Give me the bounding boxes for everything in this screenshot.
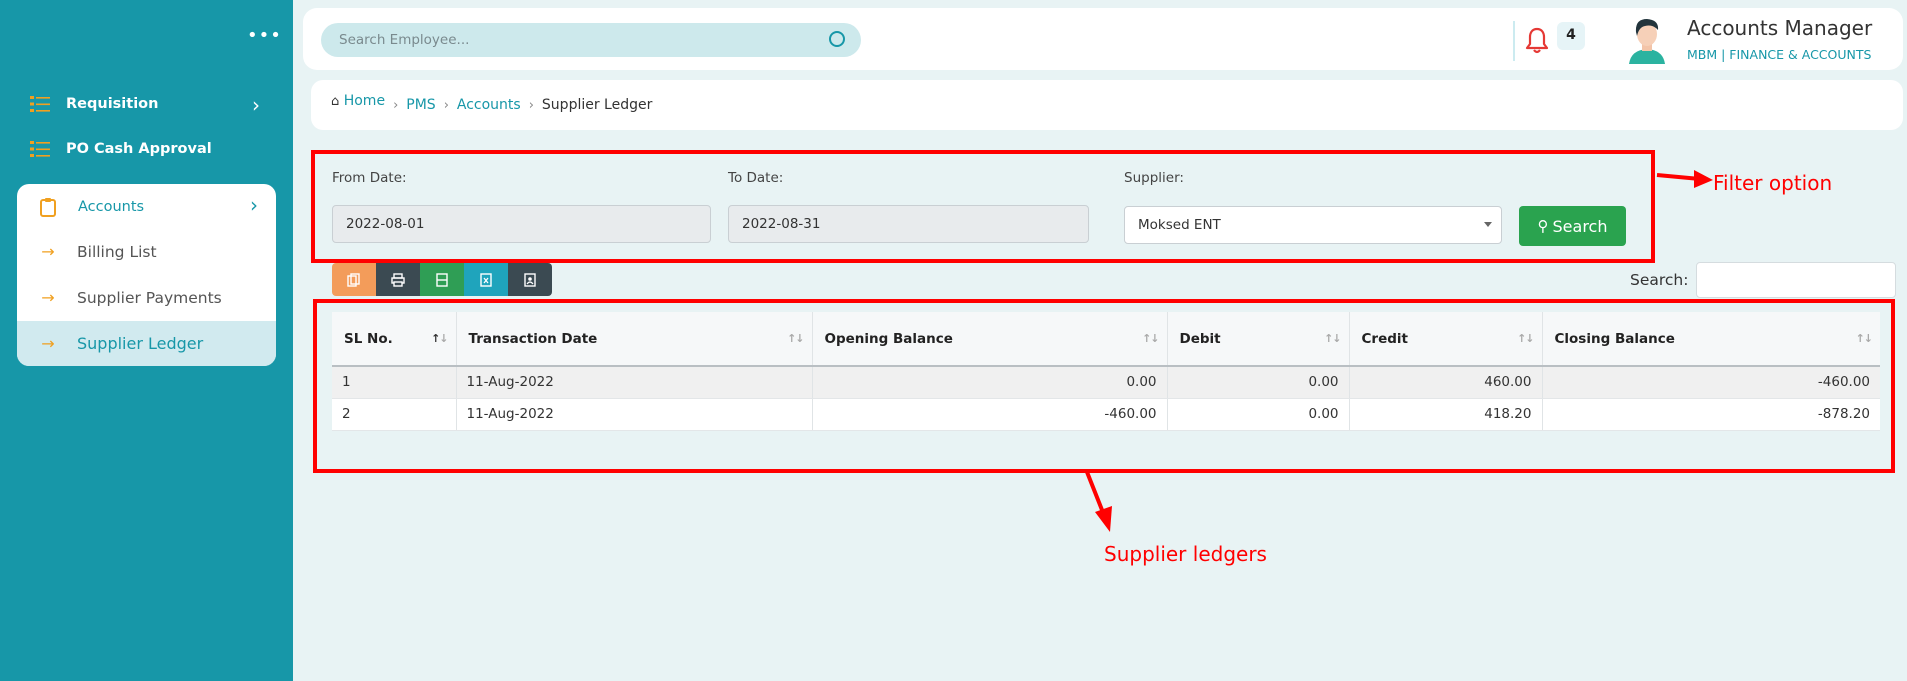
ledger-annotation-label: Supplier ledgers: [1104, 542, 1267, 566]
breadcrumb-pms[interactable]: PMS: [406, 97, 435, 113]
breadcrumb: ⌂ Home › PMS › Accounts › Supplier Ledge…: [311, 80, 1903, 130]
pdf-icon: [524, 272, 536, 287]
arrow-right-icon: →: [41, 288, 55, 307]
sidebar-item-label: PO Cash Approval: [66, 141, 212, 157]
print-button[interactable]: [376, 263, 420, 296]
list-icon: [30, 141, 50, 157]
chevron-right-icon: ›: [393, 97, 399, 113]
filter-annotation-box: [311, 150, 1655, 263]
arrow-right-icon: →: [41, 334, 55, 353]
chevron-right-icon: ›: [528, 97, 534, 113]
user-name: Accounts Manager: [1687, 16, 1873, 40]
csv-button[interactable]: [420, 263, 464, 296]
sidebar-item-billing-list[interactable]: → Billing List: [17, 229, 276, 274]
sidebar-item-label: Billing List: [77, 242, 157, 261]
sidebar-item-label: Accounts: [78, 198, 145, 215]
pdf-button[interactable]: [508, 263, 552, 296]
excel-button[interactable]: [464, 263, 508, 296]
notification-button[interactable]: [1513, 21, 1555, 61]
avatar[interactable]: [1625, 16, 1669, 64]
filter-annotation-label: Filter option: [1713, 171, 1833, 195]
breadcrumb-current: Supplier Ledger: [541, 97, 653, 113]
sidebar: ••• Requisition › PO Cash Approval Accou…: [0, 0, 293, 681]
sidebar-item-label: Supplier Ledger: [77, 334, 204, 353]
clipboard-icon: [40, 197, 56, 217]
print-icon: [391, 272, 405, 287]
ledger-annotation-box: [313, 299, 1895, 473]
sidebar-item-accounts[interactable]: Accounts ›: [17, 184, 276, 229]
more-options-icon[interactable]: •••: [247, 27, 282, 45]
arrow-right-icon: →: [41, 242, 55, 261]
excel-icon: [480, 272, 492, 287]
table-search-input[interactable]: [1696, 262, 1896, 298]
chevron-right-icon: ›: [250, 193, 258, 217]
list-icon: [30, 96, 50, 112]
sidebar-item-po-cash-approval[interactable]: PO Cash Approval: [30, 136, 270, 162]
notification-count-badge: 4: [1557, 22, 1585, 50]
search-placeholder: Search Employee...: [339, 32, 470, 48]
breadcrumb-accounts[interactable]: Accounts: [457, 97, 521, 113]
sidebar-item-supplier-payments[interactable]: → Supplier Payments: [17, 275, 276, 320]
chevron-right-icon: ›: [252, 93, 260, 117]
user-search-icon[interactable]: [829, 31, 845, 47]
csv-icon: [436, 272, 448, 287]
sidebar-item-requisition[interactable]: Requisition ›: [30, 91, 270, 117]
accounts-submenu: Accounts › → Billing List → Supplier Pay…: [17, 184, 276, 366]
copy-icon: [347, 272, 360, 287]
sidebar-item-supplier-ledger[interactable]: → Supplier Ledger: [17, 321, 276, 366]
employee-search-input[interactable]: Search Employee...: [321, 23, 861, 57]
top-bar: Search Employee... 4 Accounts Manager MB…: [303, 8, 1903, 70]
bell-icon: [1525, 27, 1549, 54]
table-search-label: Search:: [1630, 271, 1689, 289]
chevron-right-icon: ›: [443, 97, 449, 113]
home-icon: ⌂: [331, 94, 340, 109]
breadcrumb-label: Home: [343, 93, 386, 109]
export-toolbar: [332, 263, 552, 296]
breadcrumb-home[interactable]: ⌂ Home: [331, 93, 385, 109]
sidebar-item-label: Requisition: [66, 96, 159, 112]
user-role: MBM | FINANCE & ACCOUNTS: [1687, 47, 1872, 62]
copy-button[interactable]: [332, 263, 376, 296]
sidebar-item-label: Supplier Payments: [77, 288, 222, 307]
